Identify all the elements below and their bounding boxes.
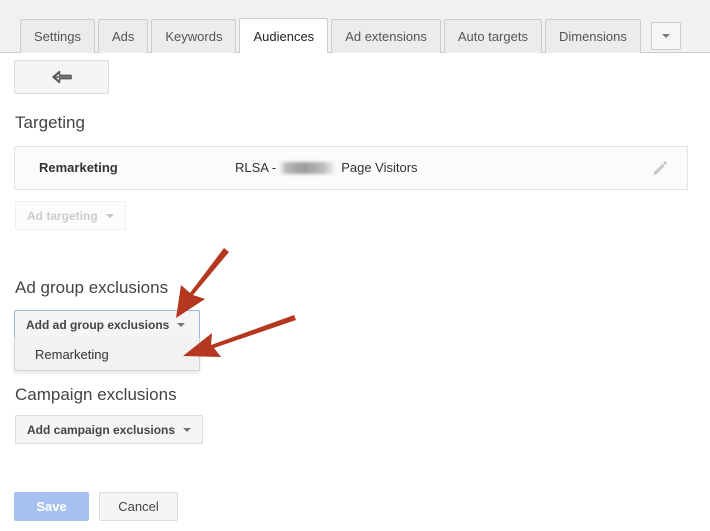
tab-label: Keywords [165,29,223,44]
tab-label: Auto targets [457,29,528,44]
tab-settings[interactable]: Settings [20,19,95,53]
pencil-icon [653,161,667,175]
add-campaign-exclusions-button[interactable]: Add campaign exclusions [15,415,204,444]
tab-auto-targets[interactable]: Auto targets [443,19,542,53]
chevron-down-icon [177,322,186,327]
add-campaign-exclusions-label: Add campaign exclusions [27,422,176,437]
chevron-down-icon [661,34,670,38]
save-button[interactable]: Save [14,492,89,521]
tab-list: Settings Ads Keywords Audiences Ad exten… [20,18,681,54]
chevron-down-icon [105,213,114,218]
tab-dimensions[interactable]: Dimensions [544,19,641,53]
tab-ad-extensions[interactable]: Ad extensions [331,19,441,53]
ad-targeting-dropdown-button: Ad targeting [15,201,126,230]
back-arrow-icon [51,70,72,84]
tab-label: Settings [34,29,81,44]
ad-group-exclusions-heading: Ad group exclusions [15,278,169,297]
tab-label: Audiences [253,28,315,44]
ad-group-exclusions-dropdown-menu: Remarketing [14,338,200,371]
redacted-text-block [280,161,335,174]
tab-label: Ads [111,29,135,44]
targeting-heading: Targeting [15,113,85,132]
tab-label: Dimensions [558,29,627,44]
add-ad-group-exclusions-button[interactable]: Add ad group exclusions [14,310,200,339]
tab-overflow-button[interactable] [650,22,681,50]
edit-targeting-button[interactable] [651,159,671,179]
save-button-label: Save [36,499,67,514]
cancel-button[interactable]: Cancel [99,492,178,521]
targeting-row-value: RLSA - Page Visitors [235,160,418,175]
targeting-value-prefix: RLSA - [235,160,277,175]
back-button[interactable] [14,60,109,94]
menu-item-label: Remarketing [35,346,109,362]
targeting-value-suffix: Page Visitors [341,160,418,175]
tab-bar: Settings Ads Keywords Audiences Ad exten… [0,0,710,54]
tab-keywords[interactable]: Keywords [151,19,237,53]
menu-item-remarketing[interactable]: Remarketing [15,338,199,370]
campaign-exclusions-heading: Campaign exclusions [15,385,177,404]
cancel-button-label: Cancel [118,499,159,514]
chevron-down-icon [183,427,192,432]
tab-ads[interactable]: Ads [97,19,149,53]
targeting-row-label: Remarketing [39,160,118,175]
ad-targeting-label: Ad targeting [27,208,98,223]
tab-label: Ad extensions [345,29,427,44]
add-ad-group-exclusions-label: Add ad group exclusions [26,317,170,332]
targeting-row: Remarketing RLSA - Page Visitors [14,146,688,190]
tab-audiences[interactable]: Audiences [239,18,329,54]
arrow-to-add-ad-group-exclusions-button [176,248,229,318]
